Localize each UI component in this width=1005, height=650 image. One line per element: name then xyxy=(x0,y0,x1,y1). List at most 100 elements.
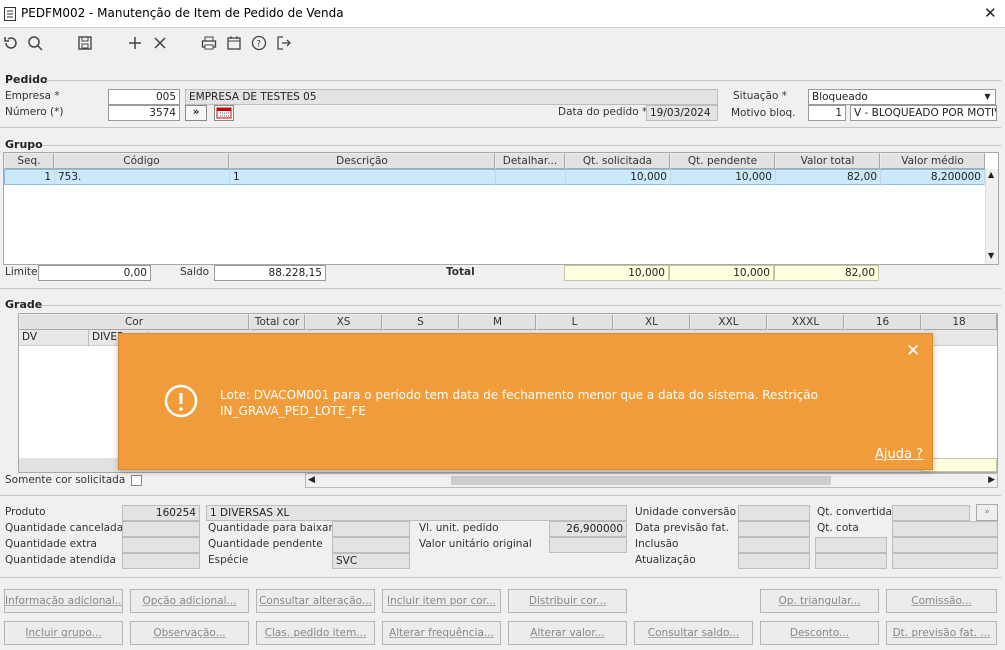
calendar-icon[interactable] xyxy=(223,32,245,54)
qt-cancelada-field xyxy=(122,521,200,537)
refresh-icon[interactable] xyxy=(0,32,22,54)
limite-label: Limite xyxy=(5,266,38,278)
col-header-s[interactable]: S xyxy=(382,314,459,330)
scroll-right-icon[interactable]: ▶ xyxy=(988,475,995,485)
empresa-code-input[interactable]: 005 xyxy=(108,89,180,105)
total-label: Total xyxy=(446,266,475,278)
document-icon xyxy=(4,7,16,21)
situacao-value: Bloqueado xyxy=(812,91,868,103)
search-icon[interactable] xyxy=(24,32,46,54)
numero-input[interactable]: 3574 xyxy=(108,105,180,121)
qt-baixar-label: Quantidade para baixar xyxy=(208,522,333,534)
section-title-grade: Grade xyxy=(5,298,43,311)
col-header-qt-pendente[interactable]: Qt. pendente xyxy=(670,153,775,169)
data-pedido-label: Data do pedido * xyxy=(558,106,648,118)
incluir-item-por-cor-button[interactable]: Incluir item por cor... xyxy=(382,589,501,613)
delete-icon[interactable] xyxy=(149,32,171,54)
window-close-button[interactable]: ✕ xyxy=(984,4,997,22)
atualizacao-label: Atualização xyxy=(635,554,696,566)
consultar-alteracao-button[interactable]: Consultar alteração... xyxy=(256,589,375,613)
col-header-xxxl[interactable]: XXXL xyxy=(767,314,844,330)
col-header-valor-total[interactable]: Valor total xyxy=(775,153,880,169)
window-title: PEDFM002 - Manutenção de Item de Pedido … xyxy=(21,6,344,20)
incluir-grupo-button[interactable]: Incluir grupo... xyxy=(4,621,123,645)
col-header-valor-medio[interactable]: Valor médio xyxy=(880,153,985,169)
unid-conv-field xyxy=(738,505,810,521)
cell-valor-medio: 8,200000 xyxy=(881,170,985,186)
cell-seq: 1 xyxy=(5,170,55,186)
col-header-16[interactable]: 16 xyxy=(844,314,921,330)
toast-help-link[interactable]: Ajuda ? xyxy=(875,447,923,462)
exit-icon[interactable] xyxy=(273,32,295,54)
alterar-valor-button[interactable]: Alterar valor... xyxy=(508,621,627,645)
save-icon[interactable] xyxy=(74,32,96,54)
dt-previsao-fat-button[interactable]: Dt. previsão fat. ... xyxy=(886,621,997,645)
divider xyxy=(0,127,1001,128)
produto-desc-field: 1 DIVERSAS XL xyxy=(206,505,627,521)
col-header-18[interactable]: 18 xyxy=(921,314,997,330)
qt-atendida-field xyxy=(122,553,200,569)
somente-cor-checkbox[interactable] xyxy=(131,475,142,486)
numero-label: Número (*) xyxy=(5,106,64,118)
col-header-qt-solicitada[interactable]: Qt. solicitada xyxy=(565,153,670,169)
section-title-pedido: Pedido xyxy=(5,73,48,86)
distribuir-cor-button[interactable]: Distribuir cor... xyxy=(508,589,627,613)
scroll-down-icon[interactable]: ▼ xyxy=(988,251,994,260)
toolbar: ? xyxy=(0,28,1005,60)
print-icon[interactable] xyxy=(198,32,220,54)
data-pedido-field: 19/03/2024 xyxy=(646,105,718,121)
section-title-grupo: Grupo xyxy=(5,138,43,151)
col-header-xxl[interactable]: XXL xyxy=(690,314,767,330)
horizontal-scrollbar[interactable]: ◀ ▶ xyxy=(305,473,998,488)
vertical-scrollbar[interactable]: ▲ ▼ xyxy=(985,169,998,264)
col-header-total-cor[interactable]: Total cor xyxy=(249,314,305,330)
qt-convertida-field xyxy=(892,505,970,521)
op-triangular-button[interactable]: Op. triangular... xyxy=(760,589,879,613)
qt-pendente-field xyxy=(332,537,410,553)
motivo-desc-field: V - BLOQUEADO POR MOTIVO xyxy=(850,105,997,121)
qt-convertida-label: Qt. convertida xyxy=(817,506,893,518)
col-header-cor[interactable]: Cor xyxy=(19,314,249,330)
scrollbar-thumb[interactable] xyxy=(451,476,831,485)
col-header-codigo[interactable]: Código xyxy=(54,153,229,169)
col-header-detalhar[interactable]: Detalhar... xyxy=(495,153,565,169)
col-header-seq[interactable]: Seq. xyxy=(4,153,54,169)
divider xyxy=(46,80,1001,81)
col-header-l[interactable]: L xyxy=(536,314,613,330)
qt-pendente-label: Quantidade pendente xyxy=(208,538,323,550)
desconto-button[interactable]: Desconto... xyxy=(760,621,879,645)
consultar-saldo-button[interactable]: Consultar saldo... xyxy=(634,621,753,645)
inclusao-date-field xyxy=(738,537,810,553)
col-header-xs[interactable]: XS xyxy=(305,314,382,330)
clas-pedido-item-button[interactable]: Clas. pedido item... xyxy=(256,621,375,645)
total-qt-pendente: 10,000 xyxy=(669,265,774,281)
inclusao-label: Inclusão xyxy=(635,538,679,550)
cell-cor-code: DV xyxy=(19,330,89,346)
comissao-button[interactable]: Comissão... xyxy=(886,589,997,613)
produto-code-field: 160254 xyxy=(122,505,200,521)
next-button[interactable]: » xyxy=(185,105,207,121)
convert-button[interactable]: » xyxy=(976,504,998,521)
table-row[interactable]: 1 753. 1 10,000 10,000 82,00 8,200000 xyxy=(4,169,985,186)
informacao-adicional-button[interactable]: Informação adicional... xyxy=(4,589,123,613)
col-header-xl[interactable]: XL xyxy=(613,314,690,330)
scroll-up-icon[interactable]: ▲ xyxy=(988,170,994,179)
scroll-left-icon[interactable]: ◀ xyxy=(308,475,315,485)
motivo-code-input[interactable]: 1 xyxy=(808,105,846,121)
help-icon[interactable]: ? xyxy=(248,32,270,54)
col-header-m[interactable]: M xyxy=(459,314,536,330)
situacao-select[interactable]: Bloqueado ▼ xyxy=(808,89,996,105)
qt-baixar-field xyxy=(332,521,410,537)
toast-close-button[interactable]: ✕ xyxy=(906,341,920,361)
calendar-button[interactable] xyxy=(214,105,234,121)
title-bar: PEDFM002 - Manutenção de Item de Pedido … xyxy=(0,0,1005,28)
add-icon[interactable] xyxy=(124,32,146,54)
observacao-button[interactable]: Observação... xyxy=(130,621,249,645)
col-header-descricao[interactable]: Descrição xyxy=(229,153,495,169)
opcao-adicional-button[interactable]: Opção adicional... xyxy=(130,589,249,613)
total-valor: 82,00 xyxy=(774,265,879,281)
inclusao-time-field xyxy=(815,537,887,553)
qt-extra-label: Quantidade extra xyxy=(5,538,97,550)
total-qt-solicitada: 10,000 xyxy=(564,265,669,281)
alterar-frequencia-button[interactable]: Alterar frequência... xyxy=(382,621,501,645)
